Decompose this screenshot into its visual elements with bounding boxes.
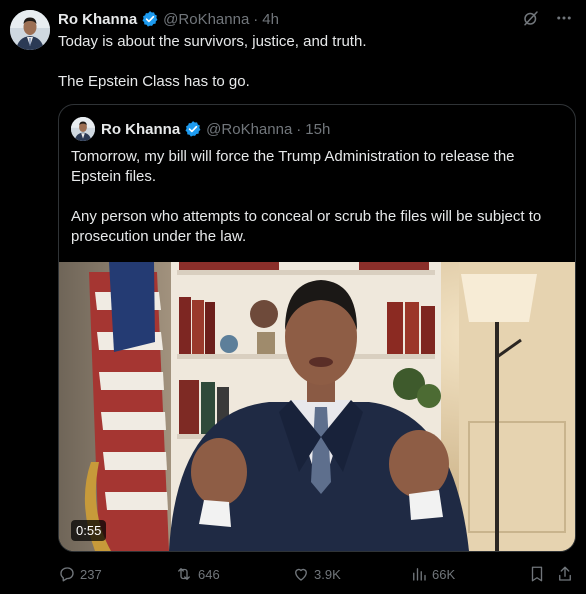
video-player[interactable]: 0:55 [59,262,575,551]
post-text-line: Today is about the survivors, justice, a… [58,33,367,50]
quoted-post-text: Tomorrow, my bill will force the Trump A… [71,147,565,247]
separator-dot: · [253,10,259,28]
share-icon [556,565,574,583]
bookmark-button[interactable] [528,563,546,585]
repost-count: 646 [198,566,220,582]
avatar-image [10,10,50,50]
more-icon[interactable] [554,9,574,32]
repost-button[interactable]: 646 [174,563,220,585]
like-count: 3.9K [314,566,341,582]
quoted-text-paragraph: Tomorrow, my bill will force the Trump A… [71,148,515,185]
author-name[interactable]: Ro Khanna [58,11,137,28]
like-button[interactable]: 3.9K [292,563,341,585]
action-bar: 237 646 3.9K 66K [58,563,574,585]
post-text: Today is about the survivors, justice, a… [58,32,568,92]
separator-dot: · [296,120,302,138]
views-button[interactable]: 66K [410,563,455,585]
like-icon [292,565,310,583]
reply-button[interactable]: 237 [58,563,102,585]
bookmark-icon [528,565,546,583]
quoted-text-paragraph: Any person who attempts to conceal or sc… [71,208,542,245]
post-header: Ro Khanna @RoKhanna · 4h [58,9,279,29]
post-text-line: The Epstein Class has to go. [58,73,250,90]
video-thumbnail [59,262,575,551]
repost-icon [174,565,194,583]
quoted-post-time: 15h [305,120,331,138]
author-handle[interactable]: @RoKhanna [163,11,249,28]
top-actions [522,9,574,32]
quoted-author-handle: @RoKhanna [206,120,293,138]
verified-badge-icon [141,10,159,28]
reply-count: 237 [80,566,102,582]
quoted-post[interactable]: Ro Khanna @RoKhanna · 15h Tomorrow, my b… [58,104,576,552]
share-button[interactable] [556,563,574,585]
reply-icon [58,565,76,583]
grok-icon[interactable] [522,9,540,32]
views-icon [410,565,428,583]
quoted-post-header: Ro Khanna @RoKhanna · 15h [71,117,330,141]
video-duration: 0:55 [71,520,107,541]
verified-badge-icon [184,120,202,138]
avatar[interactable] [10,10,50,50]
post-time[interactable]: 4h [262,11,279,28]
quoted-avatar [71,117,95,141]
views-count: 66K [432,566,456,582]
quoted-author-name: Ro Khanna [101,120,181,138]
